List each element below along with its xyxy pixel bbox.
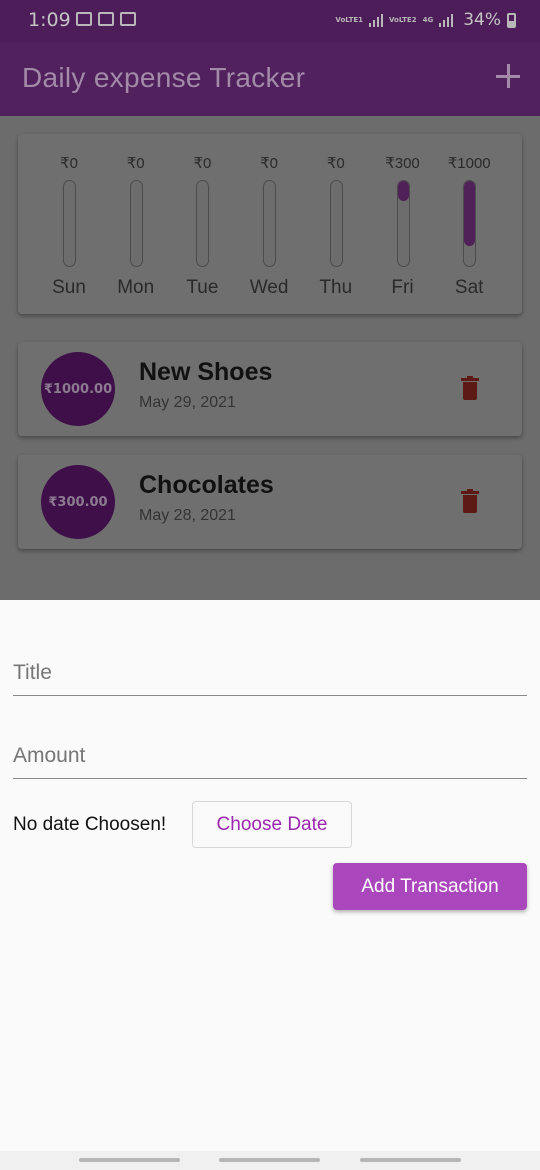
bar-day-label: Thu [319,277,353,298]
title-input[interactable] [13,636,527,695]
amount-field [13,719,527,779]
chart-bar-sun: ₹0 Sun [36,134,102,314]
bar-fill [464,181,476,247]
bar-track [329,180,343,267]
transaction-date: May 28, 2021 [139,507,236,524]
add-transaction-button[interactable]: Add Transaction [333,863,527,910]
transaction-date: May 29, 2021 [139,394,236,411]
nav-recents[interactable] [360,1158,461,1162]
gallery-icon [76,12,92,26]
sim1-label: VoLTE1 [335,16,363,24]
bar-amount-label: ₹0 [326,155,345,172]
new-transaction-sheet: No date Choosen! Choose Date Add Transac… [0,600,540,1151]
bar-track [129,180,143,267]
bar-amount-label: ₹0 [260,155,279,172]
nav-back[interactable] [79,1158,180,1162]
bar-amount-label: ₹0 [193,155,212,172]
bar-amount-label: ₹1000 [447,155,491,172]
message-icon [120,12,136,26]
bar-track [196,180,210,267]
bar-day-label: Sat [454,277,484,298]
bar-track [396,180,410,267]
chart-bar-thu: ₹0 Thu [303,134,369,314]
chart-bar-wed: ₹0 Wed [236,134,302,314]
bar-day-label: Fri [391,277,414,298]
transaction-card: ₹1000.00 New Shoes May 29, 2021 [18,342,522,436]
chart-bar-fri: ₹300 Fri [370,134,436,314]
bar-amount-label: ₹300 [385,155,420,172]
nav-home[interactable] [219,1158,320,1162]
chart-bar-sat: ₹1000 Sat [436,134,502,314]
bar-day-label: Wed [249,277,289,298]
battery-percent: 34% [463,10,501,30]
amount-input[interactable] [13,719,527,778]
bar-track [263,180,277,267]
delete-icon[interactable] [461,376,479,400]
add-icon[interactable] [496,64,520,88]
date-status: No date Choosen! [13,814,167,835]
bar-day-label: Mon [117,277,155,298]
sim2-label: VoLTE2 [389,16,417,24]
chart-bar-mon: ₹0 Mon [103,134,169,314]
bar-day-label: Sun [52,277,86,298]
app-bar: Daily expense Tracker [0,42,540,116]
network-label: 4G [422,16,434,24]
delete-icon[interactable] [461,489,479,513]
transaction-title: New Shoes [139,358,273,386]
transaction-title: Chocolates [139,471,274,499]
battery-icon [507,12,516,28]
bar-track [463,180,477,267]
status-bar: 1:09 VoLTE1 VoLTE2 4G 34% [0,0,540,42]
transaction-card: ₹300.00 Chocolates May 28, 2021 [18,455,522,549]
signal-icon [439,13,454,27]
chart-bar-tue: ₹0 Tue [169,134,235,314]
status-time: 1:09 [28,9,71,31]
choose-date-button[interactable]: Choose Date [192,801,352,848]
app-title: Daily expense Tracker [22,62,306,93]
weekly-chart: ₹0 Sun ₹0 Mon ₹0 Tue ₹0 Wed ₹0 Thu ₹300 Fri ₹1000 Sat [18,134,522,314]
bar-fill [397,181,409,201]
signal-icon [369,13,383,27]
bar-amount-label: ₹0 [60,155,78,172]
laptop-icon [98,12,114,26]
amount-avatar: ₹1000.00 [41,352,115,426]
title-field [13,636,527,696]
bar-track [63,180,76,267]
amount-avatar: ₹300.00 [41,465,115,539]
main-area: ₹0 Sun ₹0 Mon ₹0 Tue ₹0 Wed ₹0 Thu ₹300 Fri ₹1000 Sat… [0,116,540,600]
navigation-bar [0,1151,540,1170]
bar-day-label: Tue [186,277,219,298]
bar-amount-label: ₹0 [126,155,145,172]
